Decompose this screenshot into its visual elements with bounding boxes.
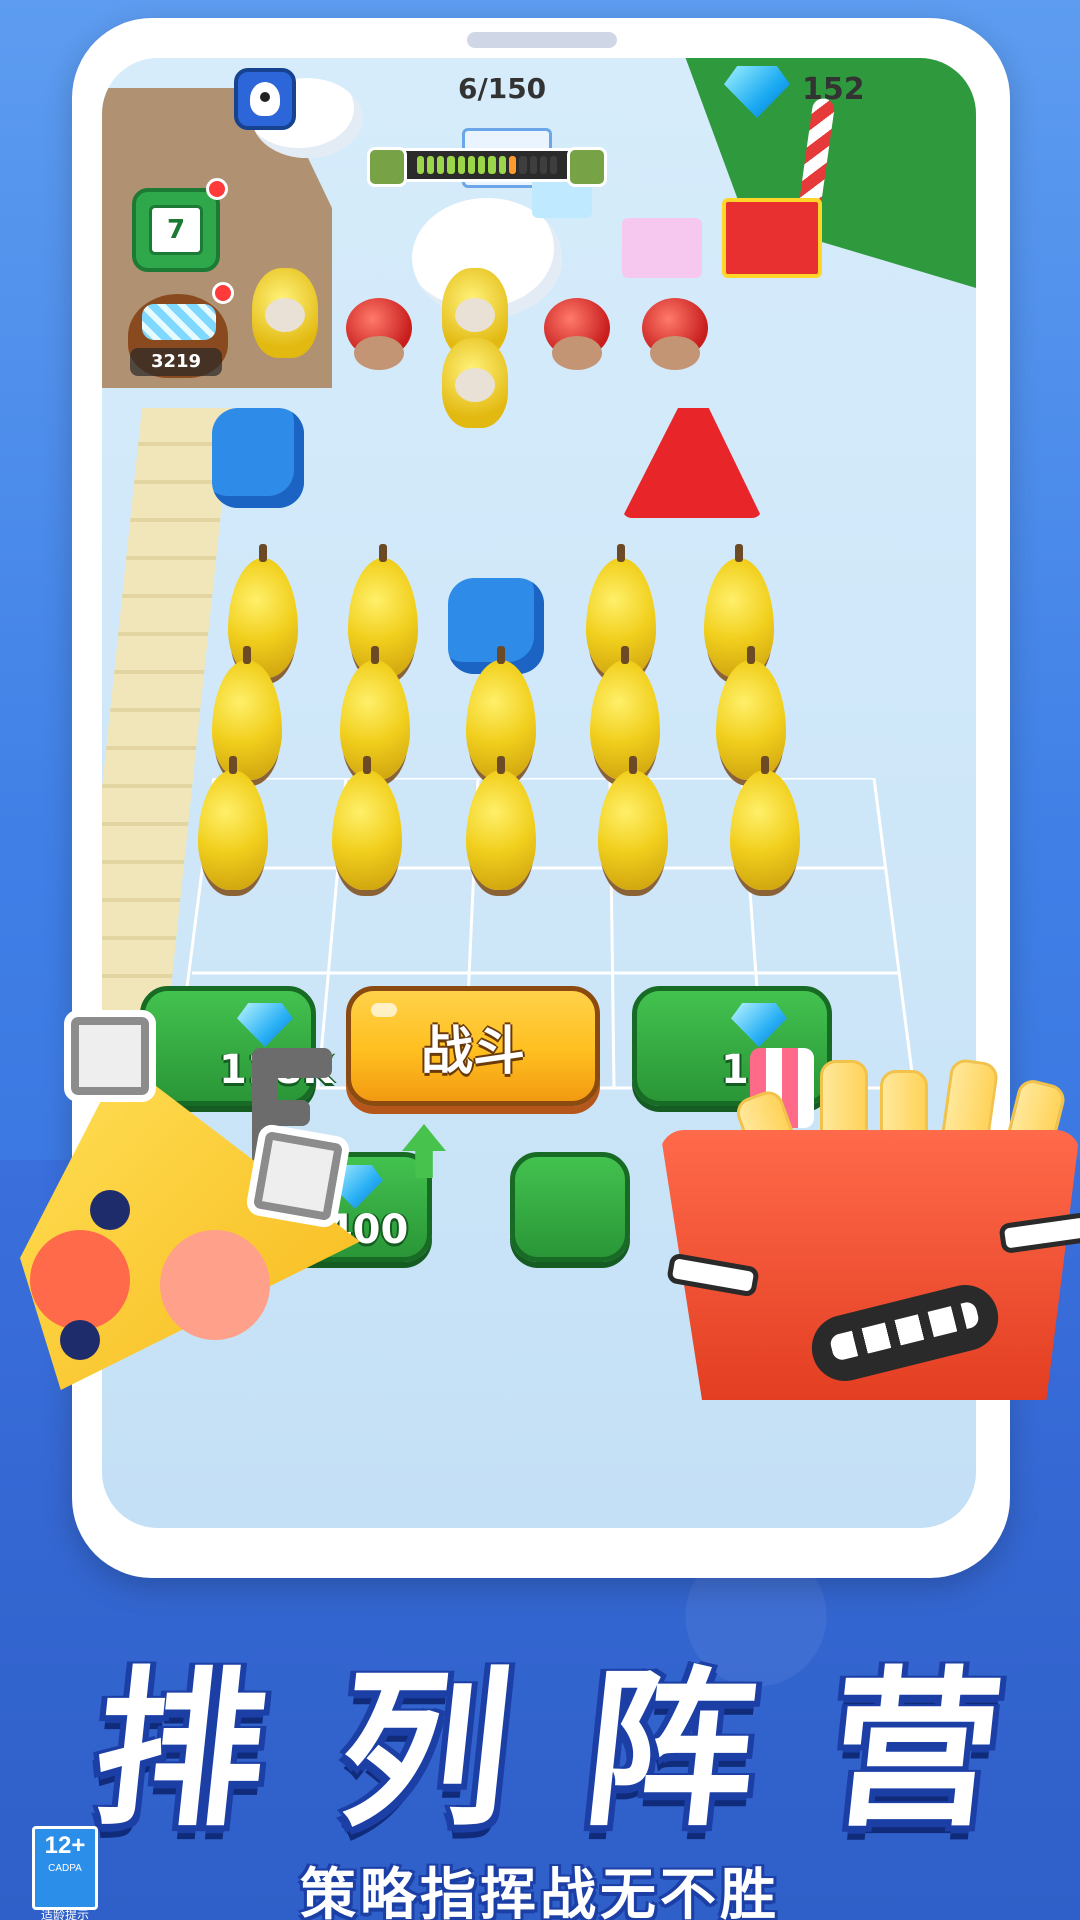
progress-segment <box>519 156 527 174</box>
apple-monkey-unit <box>642 298 708 370</box>
progress-segments <box>415 156 559 174</box>
title-char: 列 <box>330 1652 522 1850</box>
wave-progress-bar <box>367 147 607 187</box>
current-stage-icon <box>367 147 407 187</box>
pepperoni <box>160 1230 270 1340</box>
age-tip: 适龄提示 <box>40 1908 89 1920</box>
progress-segment <box>437 156 445 174</box>
diamond-icon <box>237 1003 293 1047</box>
diamond-icon <box>731 1003 787 1047</box>
title-char: 营 <box>820 1652 1012 1850</box>
boss-stage-icon <box>567 147 607 187</box>
title-char: 阵 <box>575 1652 767 1850</box>
age-rating: 12+ <box>44 1832 86 1859</box>
pouch-count: 3219 <box>130 348 222 376</box>
diamond-icon <box>724 66 790 118</box>
olive <box>60 1320 100 1360</box>
gem-balance-value: 152 <box>802 72 865 107</box>
apple-monkey-unit <box>544 298 610 370</box>
progress-segment <box>447 156 455 174</box>
banana-cat-unit <box>252 268 318 358</box>
wave-counter: 6/150 <box>458 72 547 105</box>
progress-segment <box>539 156 548 174</box>
pepperoni <box>30 1230 130 1330</box>
pizza-eye <box>244 1122 352 1230</box>
gift-box <box>622 218 702 278</box>
daily-calendar-button[interactable]: 7 <box>132 188 220 272</box>
apple-monkey-unit <box>346 298 412 370</box>
extra-unit-button[interactable] <box>510 1152 630 1262</box>
progress-segment <box>416 156 424 174</box>
monster-icon <box>250 82 280 116</box>
progress-segment <box>457 156 465 174</box>
fight-button[interactable]: 战斗 <box>346 986 600 1106</box>
banana-cat-unit <box>442 338 508 428</box>
gift-box <box>722 198 822 278</box>
buy-cup-cost: 1 <box>721 1047 749 1093</box>
title-char: 排 <box>85 1652 277 1850</box>
fight-label: 战斗 <box>420 1021 525 1082</box>
progress-segment <box>426 156 435 174</box>
progress-segment <box>467 156 476 174</box>
progress-segment <box>488 156 496 174</box>
progress-segment <box>550 156 558 174</box>
monster-collection-button[interactable] <box>234 68 296 130</box>
notification-dot <box>212 282 234 304</box>
progress-segment <box>529 156 537 174</box>
blue-letter-monster <box>212 408 304 508</box>
olive <box>90 1190 130 1230</box>
gem-pile-icon <box>142 304 216 340</box>
progress-segment <box>498 156 507 174</box>
pizza-eye <box>64 1010 156 1102</box>
age-rating-org: CADPA <box>48 1863 82 1874</box>
notification-dot <box>206 178 228 200</box>
gem-balance: 152 <box>724 62 976 124</box>
age-rating-badge: 12+ CADPA <box>32 1826 98 1910</box>
promo-subtitle: 策略指挥战无不胜 <box>300 1863 780 1920</box>
promo-title: 排 列 阵 营 <box>60 1640 1040 1850</box>
phone-speaker <box>467 32 617 48</box>
calendar-icon: 7 <box>149 205 203 255</box>
progress-segment <box>478 156 486 174</box>
progress-segment <box>509 156 517 174</box>
